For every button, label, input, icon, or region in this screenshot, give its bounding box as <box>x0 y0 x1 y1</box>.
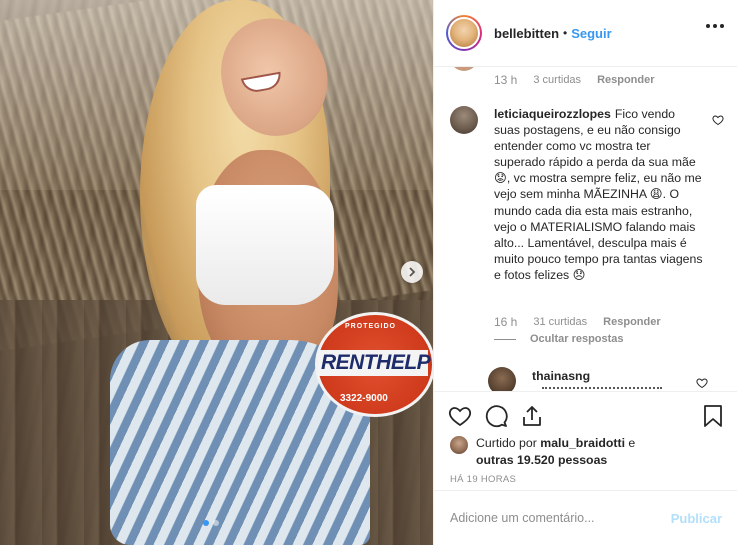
reply-button[interactable]: Responder <box>597 74 654 86</box>
comments-list[interactable]: 13 h 3 curtidas Responder leticiaqueiroz… <box>434 67 737 391</box>
sign-brand-text: RENTHELP <box>318 350 431 376</box>
post-timestamp[interactable]: HÁ 19 HORAS <box>450 474 516 485</box>
heart-icon[interactable] <box>696 377 708 389</box>
carousel-dots <box>203 520 219 526</box>
post-side-panel: bellebitten • Seguir 13 h 3 curtidas Res… <box>433 0 737 545</box>
likes-connector: e <box>628 436 636 450</box>
sign-top-text: PROTEGIDO <box>345 323 397 330</box>
comment-input[interactable] <box>450 511 671 525</box>
more-options-icon[interactable] <box>706 24 724 28</box>
likes-prefix: Curtido por <box>476 436 537 450</box>
story-ring[interactable] <box>446 15 482 51</box>
post-photo[interactable]: PROTEGIDO RENTHELP 3322-9000 <box>0 0 433 545</box>
follow-button[interactable]: Seguir <box>571 26 611 41</box>
hide-replies-label: Ocultar respostas <box>530 333 624 345</box>
comment-username[interactable]: leticiaqueirozzlopes <box>494 107 611 121</box>
bookmark-icon[interactable] <box>702 404 724 428</box>
white-top <box>196 185 334 305</box>
comment-time[interactable]: 16 h <box>494 315 517 329</box>
comment-likes[interactable]: 3 curtidas <box>533 74 581 86</box>
liker-username[interactable]: malu_braidotti <box>540 436 625 450</box>
comment-meta: 16 h 31 curtidas Responder <box>494 315 661 329</box>
post-header: bellebitten • Seguir <box>434 0 737 67</box>
avatar[interactable] <box>488 367 516 391</box>
post-actions: Curtido por malu_braidotti e outras 19.5… <box>434 391 737 506</box>
likes-text: Curtido por malu_braidotti e outras 19.5… <box>476 435 656 468</box>
add-comment-bar: Publicar <box>434 490 737 545</box>
hide-replies-button[interactable]: Ocultar respostas <box>494 333 624 345</box>
carousel-dot <box>213 520 219 526</box>
username-link[interactable]: bellebitten <box>494 26 559 41</box>
share-icon[interactable] <box>520 404 544 428</box>
heart-icon[interactable] <box>712 114 724 126</box>
instagram-post-modal: PROTEGIDO RENTHELP 3322-9000 bellebitten… <box>0 0 737 545</box>
avatar[interactable] <box>450 436 468 454</box>
avatar <box>450 67 478 71</box>
divider <box>494 338 516 340</box>
comment-body: Fico vendo suas postagens, e eu não cons… <box>494 107 703 282</box>
avatar[interactable] <box>450 106 478 134</box>
heart-icon[interactable] <box>448 404 472 428</box>
comment-icon[interactable] <box>484 404 508 428</box>
avatar <box>448 17 480 49</box>
comment-likes[interactable]: 31 curtidas <box>533 316 587 328</box>
carousel-dot <box>203 520 209 526</box>
chevron-right-icon <box>409 267 416 277</box>
separator-bullet: • <box>563 26 568 40</box>
comment-time[interactable]: 13 h <box>494 73 517 87</box>
comment-meta: 13 h 3 curtidas Responder <box>494 73 655 87</box>
comment-text: leticiaqueirozzlopes Fico vendo suas post… <box>494 106 704 283</box>
publish-button[interactable]: Publicar <box>671 511 722 526</box>
comment-username[interactable]: thainasng <box>532 369 590 383</box>
likes-others[interactable]: outras 19.520 pessoas <box>476 453 607 467</box>
carousel-next-button[interactable] <box>401 261 423 283</box>
sign-phone-text: 3322-9000 <box>340 393 388 404</box>
reply-button[interactable]: Responder <box>603 316 660 328</box>
